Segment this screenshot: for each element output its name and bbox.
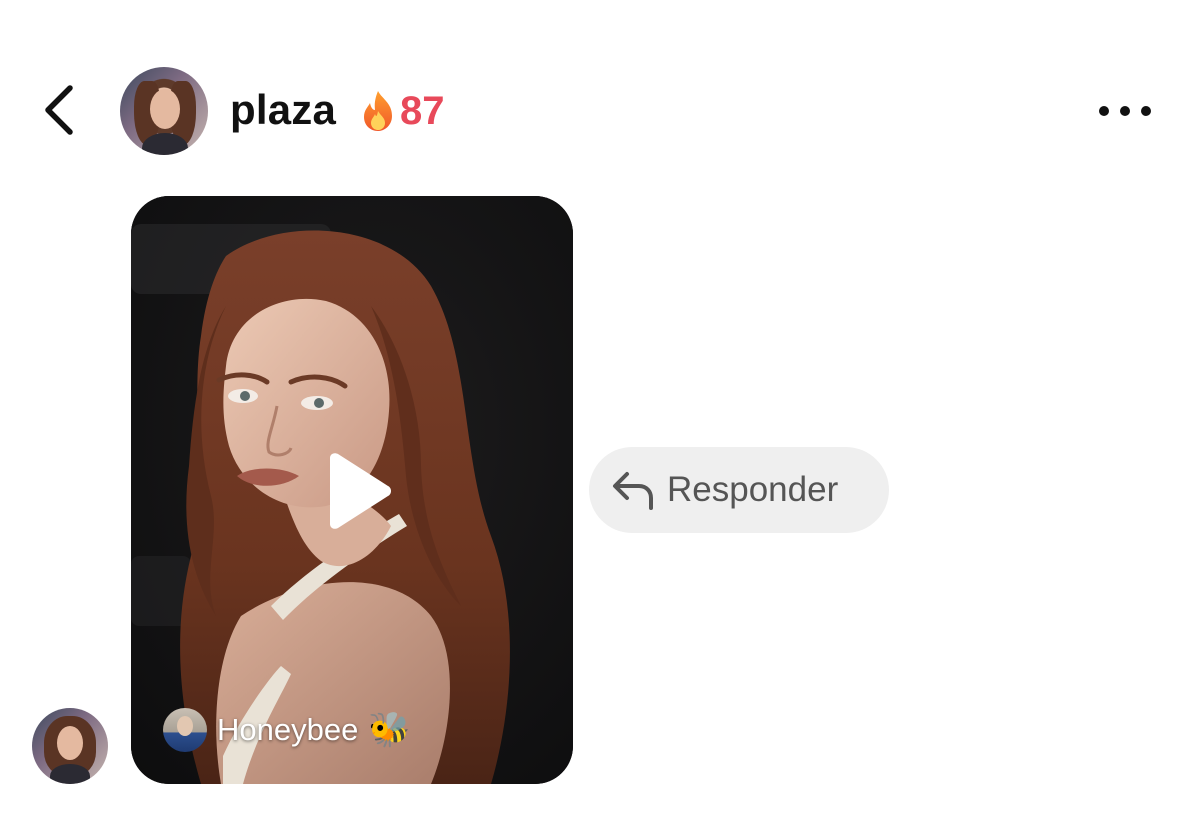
streak-badge: 87: [358, 86, 445, 136]
author-name: Honeybee: [217, 712, 359, 747]
bee-emoji-icon: 🐝: [368, 711, 411, 749]
more-options-icon[interactable]: [1094, 96, 1156, 126]
video-message-card[interactable]: [131, 196, 573, 784]
fire-icon: [364, 91, 392, 131]
video-author[interactable]: Honeybee 🐝: [163, 707, 411, 753]
streak-count: 87: [400, 88, 445, 133]
username[interactable]: plaza: [230, 86, 336, 134]
chat-screen: plaza 87 Honeybee 🐝 Responder: [0, 0, 1200, 823]
author-avatar: [163, 708, 207, 752]
header-avatar[interactable]: [120, 67, 208, 155]
sender-avatar[interactable]: [32, 708, 108, 784]
play-icon[interactable]: [320, 452, 394, 530]
reply-label: Responder: [667, 470, 839, 509]
reply-button[interactable]: Responder: [589, 447, 889, 533]
back-chevron-icon[interactable]: [38, 82, 82, 138]
reply-arrow-icon: [613, 472, 653, 510]
